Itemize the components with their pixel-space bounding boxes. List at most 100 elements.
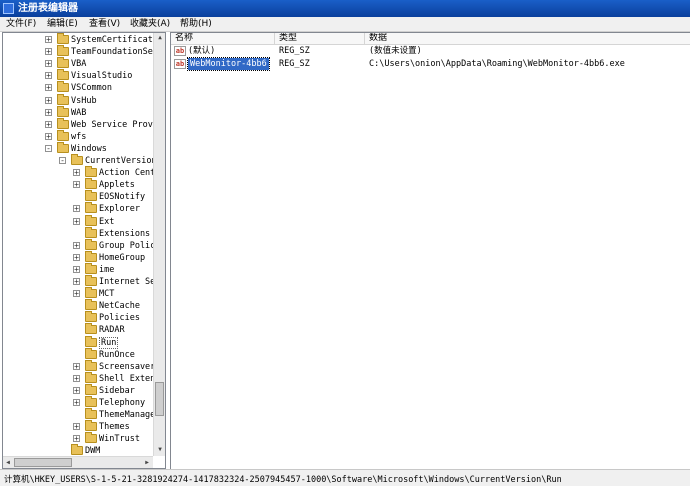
folder-icon (85, 408, 97, 420)
collapse-minus-icon[interactable]: - (59, 157, 66, 165)
value-type: REG_SZ (279, 59, 310, 69)
value-name[interactable]: WebMonitor-4bb6 (187, 57, 270, 71)
status-bar: 计算机\HKEY_USERS\S-1-5-21-3281924274-14178… (0, 469, 690, 486)
tree-vertical-scrollbar[interactable]: ▲ ▼ (153, 33, 165, 456)
expand-plus-icon[interactable]: + (45, 96, 52, 104)
tree-item-label: Sidebar (99, 385, 135, 396)
folder-icon (57, 33, 69, 44)
folder-icon (57, 45, 69, 57)
expand-plus-icon[interactable]: + (45, 120, 52, 128)
registry-tree-pane[interactable]: + SystemCertificates + TeamFoundationServer… (2, 32, 166, 469)
expand-plus-icon[interactable]: + (45, 132, 52, 140)
expand-plus-icon[interactable]: + (73, 217, 80, 225)
tree-item-label: CurrentVersion (85, 156, 157, 166)
tree-item-label: SystemCertificates (71, 35, 164, 45)
tree-item-label: Ext (99, 216, 115, 227)
expand-plus-icon[interactable]: + (45, 84, 52, 92)
tree-vscroll-thumb[interactable] (155, 382, 164, 416)
scroll-down-arrow-icon[interactable]: ▼ (155, 445, 165, 455)
tree-item-label: ime (99, 264, 115, 275)
tree-item-label: wfs (71, 131, 87, 142)
expand-plus-icon[interactable]: + (45, 36, 52, 44)
folder-icon (85, 287, 97, 299)
column-header-name[interactable]: 名称 (171, 33, 275, 44)
values-list-pane[interactable]: 名称 类型 数据 ab (默认) REG_SZ (数值未设置) ab WebMonitor… (170, 32, 690, 469)
folder-icon (85, 275, 97, 286)
tree-item-label: MCT (99, 289, 115, 300)
folder-icon (85, 190, 97, 202)
expand-plus-icon[interactable]: + (73, 423, 80, 431)
list-header: 名称 类型 数据 (171, 33, 690, 45)
menu-bar: 文件(F) 编辑(E) 查看(V) 收藏夹(A) 帮助(H) (0, 17, 690, 32)
menu-help[interactable]: 帮助(H) (180, 18, 212, 30)
tree-item-label: Group Policy (99, 240, 161, 251)
tree-item-label: RADAR (99, 325, 125, 336)
value-row[interactable]: ab WebMonitor-4bb6 REG_SZ C:\Users\onion\Ap… (171, 57, 690, 71)
expand-plus-icon[interactable]: + (73, 362, 80, 370)
expand-plus-icon[interactable]: + (73, 290, 80, 298)
expand-plus-icon[interactable]: + (73, 205, 80, 213)
expand-plus-icon[interactable]: + (73, 181, 80, 189)
tree-item-label: ThemeManager (99, 410, 161, 421)
folder-icon (57, 129, 69, 141)
expand-plus-icon[interactable]: + (45, 72, 52, 80)
folder-icon (85, 214, 97, 226)
menu-edit[interactable]: 编辑(E) (47, 18, 78, 30)
column-header-type[interactable]: 类型 (275, 33, 365, 44)
folder-icon (85, 226, 97, 238)
expand-plus-icon[interactable]: + (73, 169, 80, 177)
expand-plus-icon[interactable]: + (73, 265, 80, 273)
tree-item-label: Themes (99, 422, 130, 433)
string-value-icon: ab (174, 46, 186, 56)
expand-plus-icon[interactable]: + (73, 386, 80, 394)
expand-plus-icon[interactable]: + (73, 241, 80, 249)
tree-item-label: Run (99, 336, 119, 349)
column-header-data[interactable]: 数据 (365, 33, 690, 44)
tree-item-label: TeamFoundationServer (71, 47, 166, 58)
tree-item-label: VsHub (71, 95, 97, 106)
title-bar: 注册表编辑器 (0, 0, 690, 17)
scroll-right-arrow-icon[interactable]: ▶ (142, 458, 152, 468)
tree-item-label: NetCache (99, 301, 140, 312)
value-row[interactable]: ab (默认) REG_SZ (数值未设置) (171, 45, 690, 58)
folder-icon (85, 359, 97, 371)
menu-file[interactable]: 文件(F) (6, 18, 36, 30)
folder-icon (57, 93, 69, 105)
folder-icon (71, 444, 83, 456)
folder-icon (85, 202, 97, 214)
scroll-left-arrow-icon[interactable]: ◀ (3, 458, 13, 468)
expand-plus-icon[interactable]: + (45, 108, 52, 116)
folder-icon (85, 420, 97, 432)
folder-icon (85, 432, 97, 444)
tree-item-label: Screensavers (99, 361, 161, 372)
expand-plus-icon[interactable]: + (73, 399, 80, 407)
tree-hscroll-thumb[interactable] (14, 458, 72, 467)
folder-icon (85, 311, 97, 323)
menu-favorites[interactable]: 收藏夹(A) (130, 18, 170, 30)
collapse-minus-icon[interactable]: - (45, 144, 52, 152)
expand-plus-icon[interactable]: + (45, 60, 52, 68)
expand-plus-icon[interactable]: + (73, 278, 80, 286)
expand-plus-icon[interactable]: + (73, 253, 80, 261)
tree-item-label: VBA (71, 59, 87, 70)
tree-item-label: Extensions (99, 228, 151, 239)
tree-item-label: WAB (71, 107, 87, 118)
folder-icon (57, 81, 69, 93)
value-type: REG_SZ (279, 46, 310, 56)
menu-view[interactable]: 查看(V) (89, 18, 120, 30)
folder-icon (85, 383, 97, 395)
scroll-up-arrow-icon[interactable]: ▲ (155, 33, 165, 43)
tree-item-label: VisualStudio (71, 71, 133, 82)
folder-icon (57, 117, 69, 129)
tree-item-label: Applets (99, 180, 135, 191)
expand-plus-icon[interactable]: + (73, 435, 80, 443)
folder-icon (85, 250, 97, 262)
tree-item-label: HomeGroup (99, 252, 146, 263)
tree-horizontal-scrollbar[interactable]: ◀ ▶ (3, 456, 153, 468)
expand-plus-icon[interactable]: + (73, 374, 80, 382)
folder-icon (85, 371, 97, 383)
window-title: 注册表编辑器 (18, 3, 78, 14)
value-name[interactable]: (默认) (188, 45, 215, 58)
folder-icon (85, 262, 97, 274)
expand-plus-icon[interactable]: + (45, 48, 52, 56)
